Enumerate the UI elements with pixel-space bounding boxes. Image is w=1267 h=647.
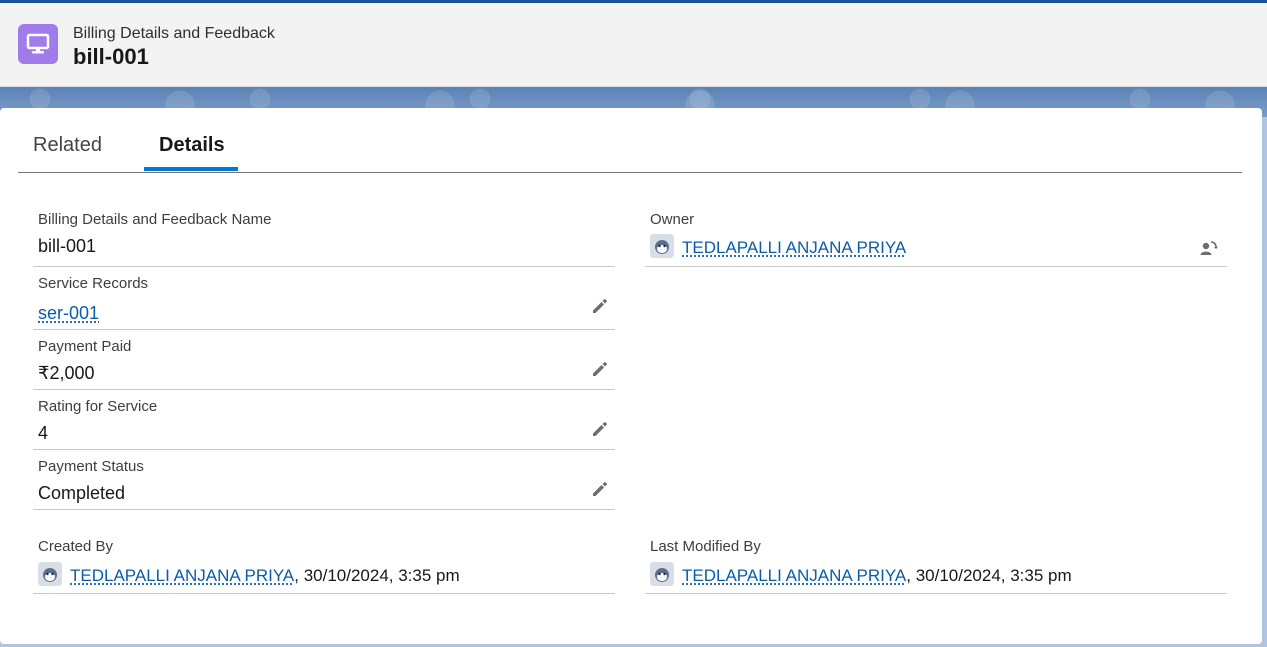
last-modified-user-link[interactable]: TEDLAPALLI ANJANA PRIYA — [682, 566, 906, 585]
details-card: Related Details Billing Details and Feed… — [0, 108, 1262, 644]
edit-icon[interactable] — [591, 480, 609, 498]
field-created-by: Created By TEDLAPALLI ANJANA PRIYA, 30/1… — [33, 536, 615, 594]
edit-icon[interactable] — [591, 297, 609, 315]
field-value: TEDLAPALLI ANJANA PRIYA, 30/10/2024, 3:3… — [650, 562, 1072, 588]
last-modified-date: , 30/10/2024, 3:35 pm — [906, 565, 1072, 585]
field-owner: Owner TEDLAPALLI ANJANA PRIYA — [645, 208, 1227, 267]
field-name: Billing Details and Feedback Name bill-0… — [33, 208, 615, 267]
field-service-records: Service Records ser-001 — [33, 273, 615, 330]
field-value: Completed — [38, 483, 126, 503]
user-avatar-icon — [650, 562, 674, 586]
field-label: Service Records — [38, 275, 149, 292]
field-value: 4 — [38, 423, 49, 443]
field-value: bill-001 — [38, 236, 97, 256]
desktop-icon — [18, 24, 58, 64]
field-label: Rating for Service — [38, 398, 158, 415]
field-value: ₹2,000 — [38, 363, 95, 383]
owner-user-link[interactable]: TEDLAPALLI ANJANA PRIYA — [682, 238, 906, 257]
created-by-user-link[interactable]: TEDLAPALLI ANJANA PRIYA — [70, 566, 294, 585]
record-title: bill-001 — [73, 44, 149, 69]
field-payment-status: Payment Status Completed — [33, 456, 615, 510]
field-label: Payment Status — [38, 458, 144, 475]
created-date: , 30/10/2024, 3:35 pm — [294, 565, 460, 585]
change-owner-icon[interactable] — [1199, 238, 1219, 258]
field-payment-paid: Payment Paid ₹2,000 — [33, 336, 615, 390]
edit-icon[interactable] — [591, 420, 609, 438]
edit-icon[interactable] — [591, 360, 609, 378]
field-label: Payment Paid — [38, 338, 132, 355]
field-value: TEDLAPALLI ANJANA PRIYA, 30/10/2024, 3:3… — [38, 562, 460, 588]
field-label: Last Modified By — [650, 538, 761, 555]
user-avatar-icon — [650, 234, 674, 258]
tab-bar: Related Details — [18, 108, 1242, 173]
field-rating: Rating for Service 4 — [33, 396, 615, 450]
object-label: Billing Details and Feedback — [73, 25, 275, 42]
field-label: Owner — [650, 211, 695, 228]
tab-related[interactable]: Related — [33, 134, 102, 157]
field-label: Billing Details and Feedback Name — [38, 211, 272, 228]
service-record-link[interactable]: ser-001 — [38, 303, 99, 324]
tab-details[interactable]: Details — [159, 134, 225, 157]
user-avatar-icon — [38, 562, 62, 586]
field-value: TEDLAPALLI ANJANA PRIYA — [650, 234, 906, 260]
active-tab-indicator — [144, 167, 238, 171]
record-header: Billing Details and Feedback bill-001 — [0, 3, 1267, 87]
field-last-modified-by: Last Modified By TEDLAPALLI ANJANA PRIYA… — [645, 536, 1227, 594]
field-label: Created By — [38, 538, 114, 555]
